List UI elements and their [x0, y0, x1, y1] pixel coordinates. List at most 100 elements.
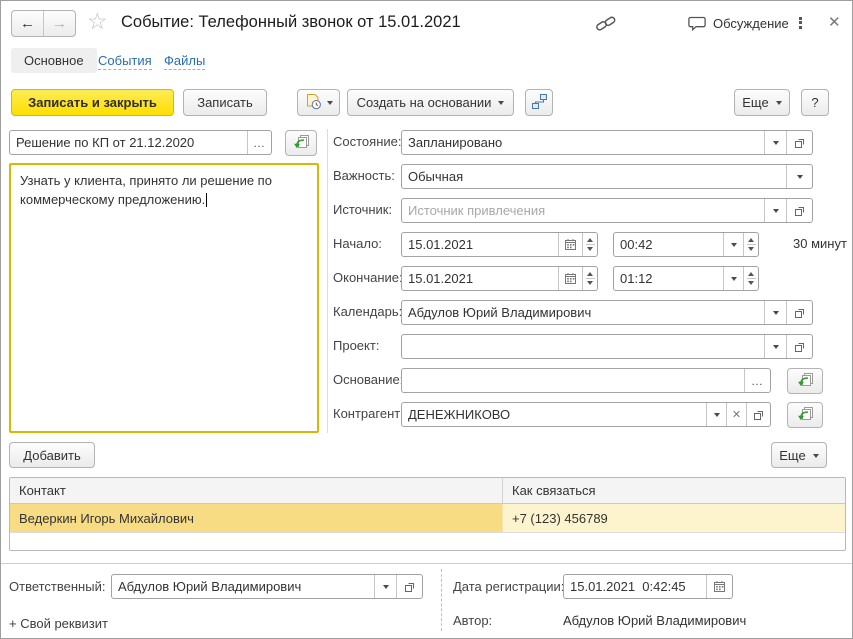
start-time-input[interactable]: [614, 233, 723, 256]
dropdown-button[interactable]: [764, 199, 786, 222]
calendar-input[interactable]: [402, 301, 764, 324]
end-date-input[interactable]: [402, 267, 558, 290]
insert-from-basis-icon: [796, 406, 814, 425]
back-button[interactable]: ←: [12, 11, 43, 36]
date-spinner[interactable]: [582, 233, 597, 256]
project-input[interactable]: [402, 335, 764, 358]
related-documents-button[interactable]: [525, 89, 553, 116]
contacts-more-button[interactable]: Еще: [771, 442, 827, 468]
dropdown-button[interactable]: [764, 301, 786, 324]
responsible-input[interactable]: [112, 575, 374, 598]
discussion-bubble-icon[interactable]: [687, 15, 707, 35]
tab-main[interactable]: Основное: [11, 48, 97, 73]
toolbar-more-button[interactable]: Еще: [734, 89, 790, 116]
create-based-on-button[interactable]: Создать на основании: [347, 89, 514, 116]
counterparty-label: Контрагент:: [333, 406, 404, 421]
description-textarea[interactable]: Узнать у клиента, принято ли решение по …: [9, 163, 319, 433]
project-label: Проект:: [333, 338, 379, 353]
add-contact-button[interactable]: Добавить: [9, 442, 95, 468]
panel-splitter: [327, 129, 328, 433]
start-date-group: [401, 232, 598, 257]
source-input[interactable]: [402, 199, 764, 222]
contact-cell[interactable]: Ведеркин Игорь Михайлович: [10, 504, 502, 532]
subject-field-group: …: [9, 130, 272, 155]
link-icon[interactable]: [595, 14, 617, 36]
open-icon[interactable]: [786, 199, 812, 222]
column-header-how[interactable]: Как связаться: [502, 478, 845, 503]
duration-text: 30 минут: [793, 236, 847, 251]
open-icon[interactable]: [786, 301, 812, 324]
source-field-group: [401, 198, 813, 223]
related-documents-icon: [531, 93, 548, 113]
help-button[interactable]: ?: [801, 89, 829, 116]
importance-field-group: [401, 164, 813, 189]
close-icon[interactable]: ✕: [828, 13, 841, 31]
state-label: Состояние:: [333, 134, 401, 149]
open-icon[interactable]: [786, 335, 812, 358]
document-clock-icon: [305, 93, 322, 113]
author-value: Абдулов Юрий Владимирович: [563, 613, 746, 628]
end-date-group: [401, 266, 598, 291]
planning-doc-button[interactable]: [297, 89, 340, 116]
counterparty-field-group: ✕: [401, 402, 771, 427]
calendar-icon[interactable]: [558, 267, 582, 290]
clear-icon[interactable]: ✕: [726, 403, 746, 426]
open-icon[interactable]: [396, 575, 422, 598]
open-subject-button[interactable]: [285, 130, 317, 156]
importance-label: Важность:: [333, 168, 395, 183]
event-form-window: ← → ☆ Событие: Телефонный звонок от 15.0…: [0, 0, 853, 639]
reg-date-label: Дата регистрации:: [453, 579, 564, 594]
dropdown-arrow-icon: [498, 101, 504, 108]
dropdown-button[interactable]: [764, 335, 786, 358]
forward-button[interactable]: →: [43, 11, 75, 36]
counterparty-input[interactable]: [402, 403, 706, 426]
end-time-input[interactable]: [614, 267, 723, 290]
open-icon[interactable]: [746, 403, 770, 426]
calendar-icon[interactable]: [706, 575, 732, 598]
date-spinner[interactable]: [582, 267, 597, 290]
time-spinner[interactable]: [743, 267, 758, 290]
choose-button[interactable]: …: [744, 369, 770, 392]
basis-input[interactable]: [402, 369, 744, 392]
dropdown-button[interactable]: [374, 575, 396, 598]
column-header-contact[interactable]: Контакт: [10, 478, 502, 503]
how-cell[interactable]: +7 (123) 456789: [502, 504, 845, 532]
start-date-input[interactable]: [402, 233, 558, 256]
insert-counterparty-button[interactable]: [787, 402, 823, 428]
end-label: Окончание:: [333, 270, 403, 285]
save-and-close-button[interactable]: Записать и закрыть: [11, 89, 174, 116]
calendar-icon[interactable]: [558, 233, 582, 256]
dropdown-button[interactable]: [764, 131, 786, 154]
save-button[interactable]: Записать: [183, 89, 267, 116]
dropdown-button[interactable]: [723, 233, 743, 256]
state-input[interactable]: [402, 131, 764, 154]
choose-button[interactable]: …: [247, 131, 271, 154]
end-time-group: [613, 266, 759, 291]
favorite-star-icon[interactable]: ☆: [87, 8, 108, 35]
dropdown-arrow-icon: [327, 101, 333, 108]
table-row[interactable]: Ведеркин Игорь Михайлович +7 (123) 45678…: [10, 504, 845, 533]
dropdown-button[interactable]: [706, 403, 726, 426]
insert-basis-button[interactable]: [787, 368, 823, 394]
history-nav-group: ← →: [11, 10, 76, 37]
description-text: Узнать у клиента, принято ли решение по …: [20, 173, 272, 207]
reg-date-input[interactable]: [564, 575, 706, 598]
calendar-label: Календарь:: [333, 304, 402, 319]
subject-input[interactable]: [10, 131, 247, 154]
importance-input[interactable]: [402, 165, 786, 188]
table-empty-row: [10, 533, 845, 550]
dropdown-button[interactable]: [723, 267, 743, 290]
tab-files[interactable]: Файлы: [164, 53, 205, 70]
table-header-row: Контакт Как связаться: [10, 478, 845, 504]
custom-attribute-link[interactable]: + Свой реквизит: [9, 616, 108, 631]
tab-events[interactable]: События: [98, 53, 152, 70]
more-label: Еще: [742, 95, 768, 110]
project-field-group: [401, 334, 813, 359]
kebab-menu-icon[interactable]: [799, 15, 802, 30]
discussion-label[interactable]: Обсуждение: [713, 16, 789, 31]
dropdown-arrow-icon: [776, 101, 782, 108]
time-spinner[interactable]: [743, 233, 758, 256]
source-label: Источник:: [333, 202, 392, 217]
dropdown-button[interactable]: [786, 165, 812, 188]
open-icon[interactable]: [786, 131, 812, 154]
